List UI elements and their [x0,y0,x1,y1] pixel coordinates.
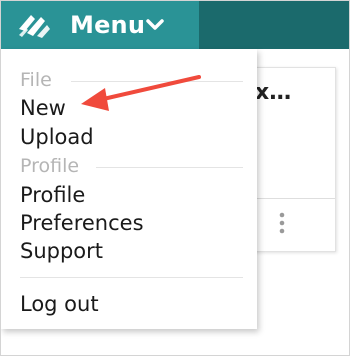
more-vertical-icon[interactable] [279,212,285,234]
menu-button[interactable]: Menu [1,1,199,49]
chevron-down-icon [146,19,164,30]
menu-divider [20,277,243,278]
card-title: x… [255,80,292,105]
content-card[interactable]: x… [251,67,336,252]
menu-label: Menu [70,11,146,39]
section-rule-profile [96,167,243,168]
menu-item-new[interactable]: New [20,96,66,120]
top-bar: Menu [1,1,349,49]
app-window: Menu x… File New Upload Profile Profile … [0,0,350,356]
menu-item-preferences[interactable]: Preferences [20,211,144,235]
section-label-file: File [20,69,52,91]
menu-item-logout[interactable]: Log out [20,292,99,316]
annotation-arrow-icon [81,75,201,111]
menu-item-support[interactable]: Support [20,239,103,263]
card-divider [251,198,335,199]
section-label-profile: Profile [20,155,80,177]
top-bar-right [199,1,349,49]
logo-icon [19,15,50,38]
menu-item-profile[interactable]: Profile [20,183,85,207]
menu-item-upload[interactable]: Upload [20,125,94,149]
